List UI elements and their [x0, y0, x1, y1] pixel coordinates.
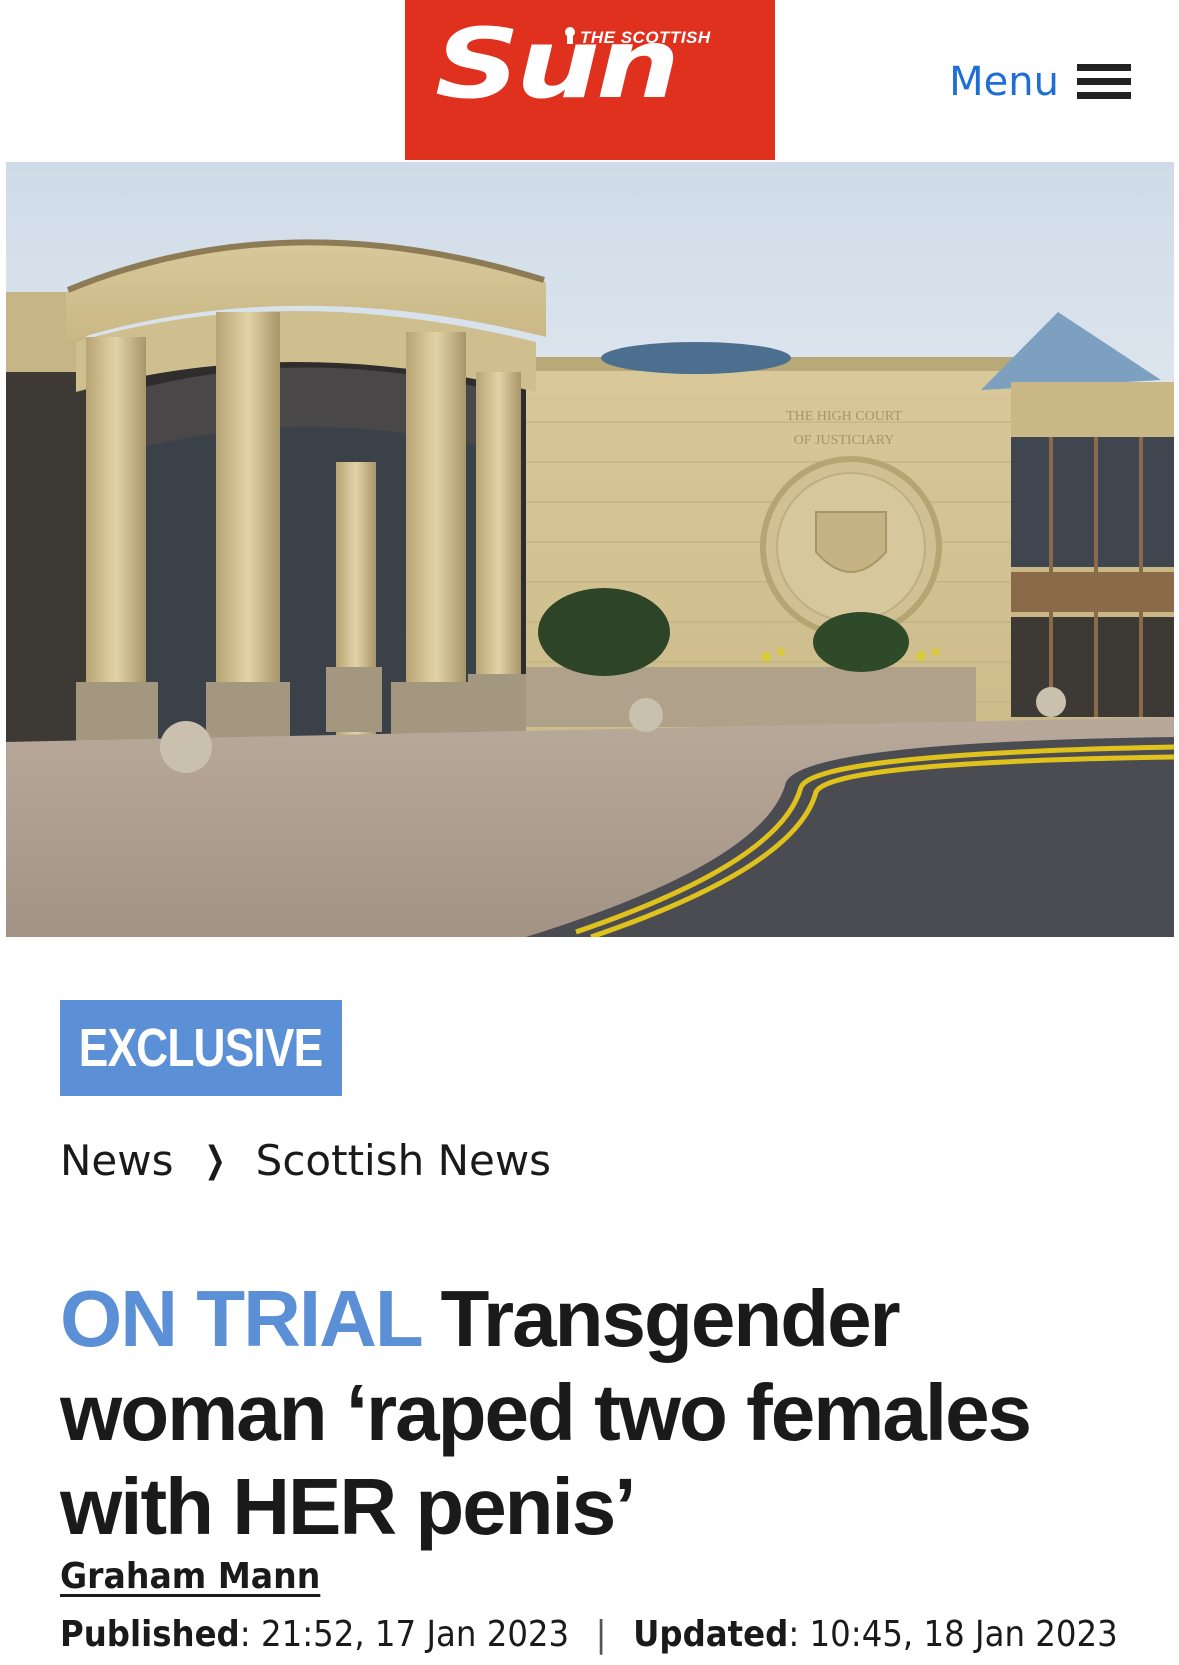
court-sign-line1: THE HIGH COURT [786, 409, 902, 424]
hero-image: THE HIGH COURT OF JUSTICIARY [6, 162, 1174, 937]
menu-button[interactable]: Menu [949, 52, 1131, 112]
headline-kicker: ON TRIAL [60, 1273, 422, 1363]
logo-wordmark: Sun [435, 6, 680, 120]
chevron-right-icon: ❯ [204, 1139, 226, 1181]
updated-value: 10:45, 18 Jan 2023 [809, 1614, 1118, 1655]
article-dates: Published: 21:52, 17 Jan 2023 | Updated:… [60, 1614, 1118, 1655]
author-link[interactable]: Graham Mann [60, 1556, 320, 1597]
exclusive-tag: EXCLUSIVE [60, 1000, 342, 1096]
hamburger-icon [1077, 62, 1131, 102]
exclusive-tag-label: EXCLUSIVE [79, 1018, 323, 1078]
article-headline: ON TRIAL Transgender woman ‘raped two fe… [60, 1272, 1140, 1554]
site-logo[interactable]: THE SCOTTISH Sun [405, 0, 775, 160]
updated-label: Updated [633, 1614, 789, 1655]
published-value: 21:52, 17 Jan 2023 [260, 1614, 570, 1655]
court-sign-line2: OF JUSTICIARY [794, 433, 895, 448]
breadcrumb: News ❯ Scottish News [60, 1130, 551, 1190]
published-label: Published [60, 1614, 240, 1655]
breadcrumb-news[interactable]: News [60, 1136, 174, 1185]
breadcrumb-scottish-news[interactable]: Scottish News [256, 1136, 551, 1185]
menu-label: Menu [949, 59, 1059, 105]
date-separator: | [595, 1614, 607, 1655]
site-header: THE SCOTTISH Sun Menu [0, 0, 1179, 160]
